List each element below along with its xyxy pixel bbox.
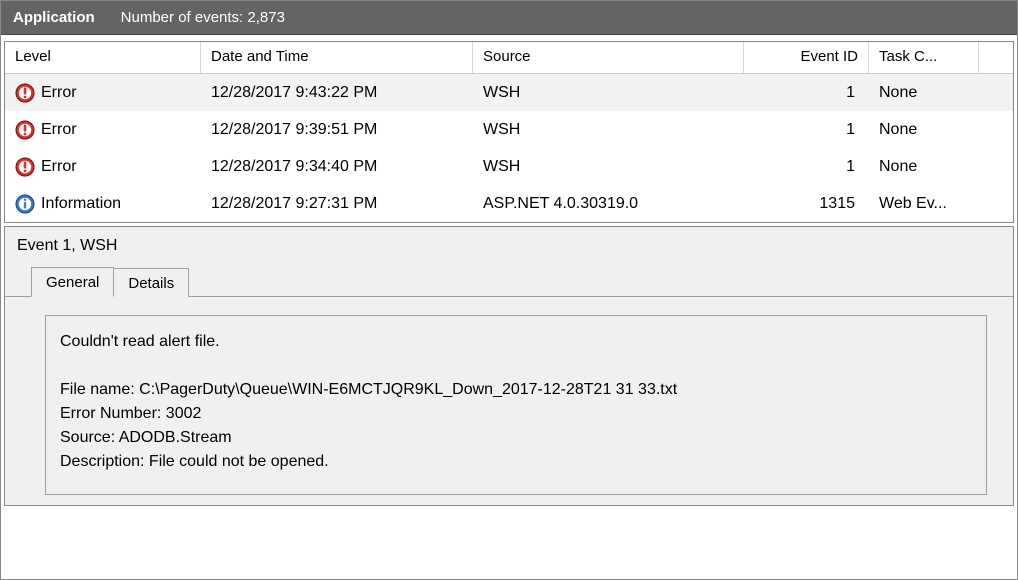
column-header-eventid[interactable]: Event ID [744, 42, 869, 73]
column-header-task[interactable]: Task C... [869, 42, 979, 73]
tab-strip: General Details [5, 263, 1013, 297]
column-header-source[interactable]: Source [473, 42, 744, 73]
error-icon [15, 83, 35, 103]
cell-level: Error [41, 158, 77, 176]
cell-date: 12/28/2017 9:27:31 PM [201, 195, 473, 213]
detail-message-line [60, 354, 972, 378]
cell-task: None [869, 158, 979, 176]
detail-message-line: File name: C:\PagerDuty\Queue\WIN-E6MCTJ… [60, 378, 972, 402]
cell-source: ASP.NET 4.0.30319.0 [473, 195, 744, 213]
info-icon [15, 194, 35, 214]
table-row[interactable]: Information 12/28/2017 9:27:31 PMASP.NET … [5, 185, 1013, 222]
error-icon [15, 157, 35, 177]
cell-date: 12/28/2017 9:43:22 PM [201, 84, 473, 102]
cell-level: Error [41, 84, 77, 102]
detail-message-line: Source: ADODB.Stream [60, 426, 972, 450]
detail-message-line: Description: File could not be opened. [60, 450, 972, 474]
cell-eventid: 1 [744, 121, 869, 139]
table-row[interactable]: Error 12/28/2017 9:43:22 PMWSH1None [5, 74, 1013, 111]
detail-message-line: Couldn't read alert file. [60, 330, 972, 354]
cell-date: 12/28/2017 9:34:40 PM [201, 158, 473, 176]
general-tab-content: Couldn't read alert file. File name: C:\… [45, 315, 987, 495]
detail-message-line: Error Number: 3002 [60, 402, 972, 426]
detail-pane: Event 1, WSH General Details Couldn't re… [4, 226, 1014, 506]
column-header-level[interactable]: Level [5, 42, 201, 73]
cell-task: Web Ev... [869, 195, 979, 213]
cell-eventid: 1315 [744, 195, 869, 213]
grid-header-row: Level Date and Time Source Event ID Task… [5, 42, 1013, 74]
table-row[interactable]: Error 12/28/2017 9:39:51 PMWSH1None [5, 111, 1013, 148]
detail-title: Event 1, WSH [5, 227, 1013, 263]
tab-details[interactable]: Details [113, 268, 189, 297]
cell-level: Error [41, 121, 77, 139]
titlebar: Application Number of events: 2,873 [1, 1, 1017, 35]
cell-date: 12/28/2017 9:39:51 PM [201, 121, 473, 139]
event-count-label: Number of events: 2,873 [121, 9, 285, 26]
cell-task: None [869, 84, 979, 102]
cell-source: WSH [473, 84, 744, 102]
error-icon [15, 120, 35, 140]
cell-task: None [869, 121, 979, 139]
cell-level: Information [41, 195, 121, 213]
table-row[interactable]: Error 12/28/2017 9:34:40 PMWSH1None [5, 148, 1013, 185]
column-header-date[interactable]: Date and Time [201, 42, 473, 73]
event-grid: Level Date and Time Source Event ID Task… [4, 41, 1014, 223]
cell-source: WSH [473, 121, 744, 139]
log-name-label: Application [13, 9, 95, 26]
cell-eventid: 1 [744, 84, 869, 102]
cell-source: WSH [473, 158, 744, 176]
tab-general[interactable]: General [31, 267, 114, 297]
cell-eventid: 1 [744, 158, 869, 176]
